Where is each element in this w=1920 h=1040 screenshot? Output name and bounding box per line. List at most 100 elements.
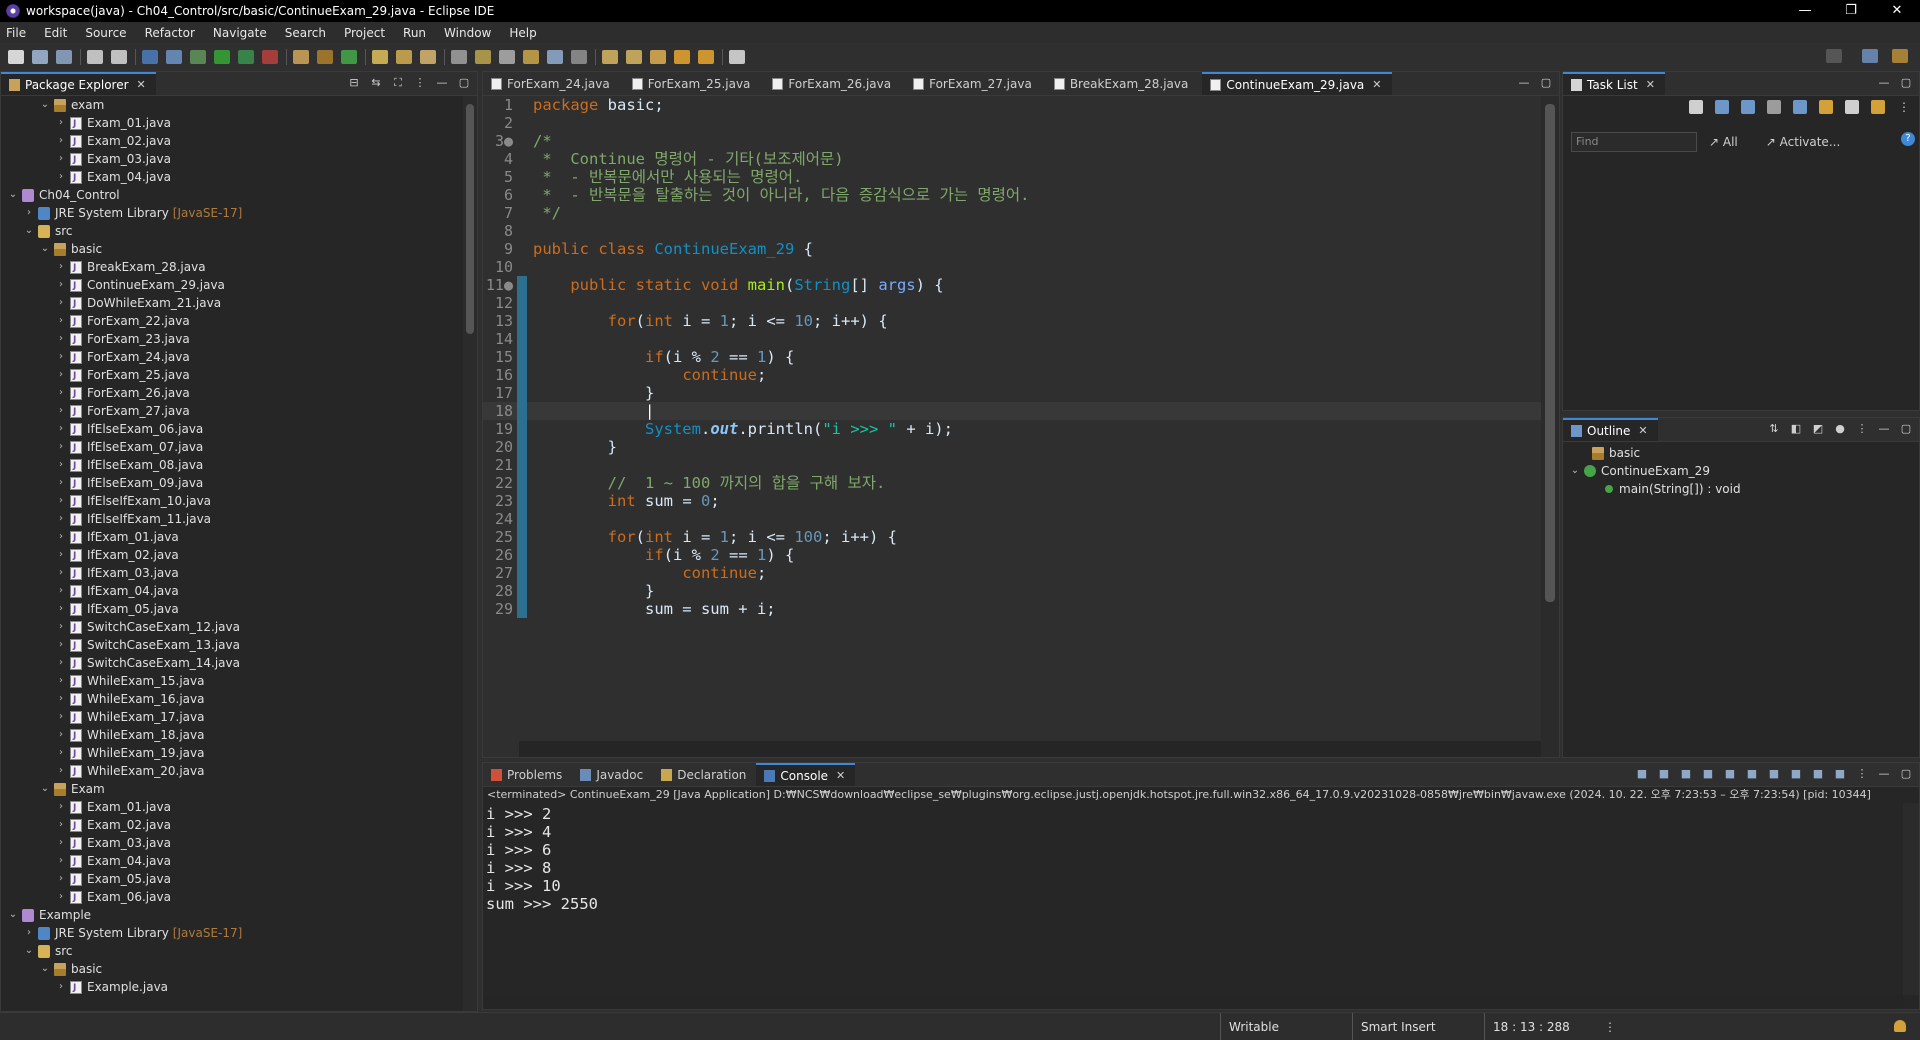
next-annotation-icon[interactable] (602, 49, 618, 64)
debug-icon[interactable] (190, 49, 206, 64)
view-menu-icon[interactable]: ⋮ (1855, 767, 1869, 781)
tree-item[interactable]: › Exam_05.java (1, 870, 463, 889)
open-task-icon[interactable] (396, 49, 412, 64)
chevron-down-icon[interactable]: ⌄ (7, 906, 19, 924)
filter-completed-icon[interactable] (1793, 100, 1807, 114)
maximize-button[interactable]: ❐ (1828, 0, 1874, 22)
new-task-icon[interactable] (1689, 100, 1703, 114)
hide-non-public-icon[interactable]: ● (1833, 422, 1847, 436)
menu-run[interactable]: Run (403, 26, 426, 40)
editor-tab[interactable]: BreakExam_28.java (1046, 72, 1199, 95)
redo-icon[interactable] (111, 49, 127, 64)
tree-item[interactable]: › Exam_03.java (1, 150, 463, 169)
minimize-view-icon[interactable]: — (1517, 76, 1531, 90)
undo-icon[interactable] (87, 49, 103, 64)
tree-item[interactable]: ⌄ basic (1, 240, 463, 258)
run-icon[interactable] (214, 49, 230, 64)
tree-item[interactable]: › Exam_01.java (1, 798, 463, 817)
chevron-right-icon[interactable]: › (55, 726, 67, 744)
display-console-icon[interactable]: ■ (1811, 767, 1825, 781)
tree-item[interactable]: › SwitchCaseExam_12.java (1, 618, 463, 637)
code-line[interactable]: 24 (483, 510, 1541, 528)
close-icon[interactable]: ✕ (1638, 424, 1647, 437)
code-line[interactable]: 10 (483, 258, 1541, 276)
tree-item[interactable]: › WhileExam_19.java (1, 744, 463, 763)
editor-tab[interactable]: ForExam_27.java (905, 72, 1042, 95)
tree-item[interactable]: › ForExam_23.java (1, 330, 463, 349)
code-line[interactable]: 21 (483, 456, 1541, 474)
console-horizontal-scrollbar[interactable] (483, 995, 1903, 1009)
hide-static-icon[interactable]: ◩ (1811, 422, 1825, 436)
chevron-right-icon[interactable]: › (55, 654, 67, 672)
scroll-lock-icon[interactable]: ■ (1701, 767, 1715, 781)
chevron-right-icon[interactable]: › (55, 366, 67, 384)
tree-item[interactable]: › JRE System Library [JavaSE-17] (1, 924, 463, 942)
chevron-down-icon[interactable]: ⌄ (39, 780, 51, 798)
chevron-right-icon[interactable]: › (55, 618, 67, 636)
chevron-right-icon[interactable]: › (55, 510, 67, 528)
code-line[interactable]: 14 (483, 330, 1541, 348)
save-all-icon[interactable] (56, 49, 72, 64)
editor-vertical-scrollbar[interactable] (1541, 96, 1559, 757)
code-line[interactable]: 13 for(int i = 1; i <= 10; i++) { (483, 312, 1541, 330)
tree-item[interactable]: › WhileExam_18.java (1, 726, 463, 745)
tree-item[interactable]: › IfElseIfExam_10.java (1, 492, 463, 511)
menu-edit[interactable]: Edit (44, 26, 67, 40)
chevron-down-icon[interactable]: ⌄ (23, 942, 35, 960)
tree-item[interactable]: › IfExam_04.java (1, 582, 463, 601)
tree-item[interactable]: › Example.java (1, 978, 463, 997)
tree-item[interactable]: › IfExam_02.java (1, 546, 463, 565)
code-line[interactable]: 4 * Continue 명령어 - 기타(보조제어문) (483, 150, 1541, 168)
external-tools-icon[interactable] (262, 49, 278, 64)
minimize-button[interactable]: — (1782, 0, 1828, 22)
chevron-down-icon[interactable]: ⌄ (39, 96, 51, 114)
chevron-right-icon[interactable]: › (55, 384, 67, 402)
tree-item[interactable]: › SwitchCaseExam_13.java (1, 636, 463, 655)
tree-item[interactable]: › WhileExam_15.java (1, 672, 463, 691)
search-icon[interactable] (420, 49, 436, 64)
outline-item-class[interactable]: ⌄ ContinueExam_29 (1569, 462, 1741, 480)
toggle-mark-occurrences-icon[interactable] (451, 49, 467, 64)
menu-project[interactable]: Project (344, 26, 385, 40)
toggle-word-wrap-icon[interactable] (523, 49, 539, 64)
close-icon[interactable]: ✕ (836, 769, 845, 782)
chevron-right-icon[interactable]: › (55, 546, 67, 564)
skip-breakpoints-icon[interactable] (166, 49, 182, 64)
tree-item[interactable]: ⌄ Exam (1, 780, 463, 798)
code-line[interactable]: 20 } (483, 438, 1541, 456)
close-icon[interactable]: ✕ (1646, 78, 1655, 91)
code-line[interactable]: 22 // 1 ~ 100 까지의 합을 구해 보자. (483, 474, 1541, 492)
view-menu-icon[interactable]: ⋮ (1897, 100, 1911, 114)
code-line[interactable]: 23 int sum = 0; (483, 492, 1541, 510)
code-line[interactable]: 5 * - 반복문에서만 사용되는 명령어. (483, 168, 1541, 186)
all-filter-link[interactable]: ↗ All (1709, 135, 1752, 149)
code-line[interactable]: 17 } (483, 384, 1541, 402)
menu-window[interactable]: Window (444, 26, 491, 40)
tree-item[interactable]: › Exam_02.java (1, 816, 463, 835)
code-line[interactable]: 11● public static void main(String[] arg… (483, 276, 1541, 294)
scrollbar-thumb[interactable] (466, 104, 474, 334)
tree-item[interactable]: › WhileExam_17.java (1, 708, 463, 727)
editor-tab[interactable]: ForExam_24.java (483, 72, 620, 95)
chevron-right-icon[interactable]: › (55, 348, 67, 366)
collapse-all-icon[interactable] (1845, 100, 1859, 114)
status-insert-mode[interactable]: Smart Insert (1352, 1013, 1484, 1040)
code-editor[interactable]: 1 package basic; 2 3●/* 4 * Continue 명령어 - 기… (483, 96, 1541, 741)
remove-launch-icon[interactable]: ■ (1657, 767, 1671, 781)
chevron-right-icon[interactable]: › (55, 114, 67, 132)
tree-item[interactable]: › ForExam_26.java (1, 384, 463, 403)
previous-annotation-icon[interactable] (626, 49, 642, 64)
chevron-right-icon[interactable]: › (55, 330, 67, 348)
chevron-right-icon[interactable]: › (55, 636, 67, 654)
close-icon[interactable]: ✕ (1372, 78, 1381, 91)
chevron-right-icon[interactable]: › (55, 438, 67, 456)
sync-icon[interactable] (1819, 100, 1833, 114)
close-button[interactable]: ✕ (1874, 0, 1920, 22)
chevron-down-icon[interactable]: ⌄ (7, 186, 19, 204)
tree-item[interactable]: › Exam_04.java (1, 852, 463, 871)
open-console-icon[interactable]: ■ (1833, 767, 1847, 781)
tab-outline[interactable]: Outline ✕ (1563, 418, 1658, 441)
expand-all-icon[interactable] (1871, 100, 1885, 114)
categorized-icon[interactable] (1715, 100, 1729, 114)
tree-item[interactable]: › WhileExam_20.java (1, 762, 463, 781)
